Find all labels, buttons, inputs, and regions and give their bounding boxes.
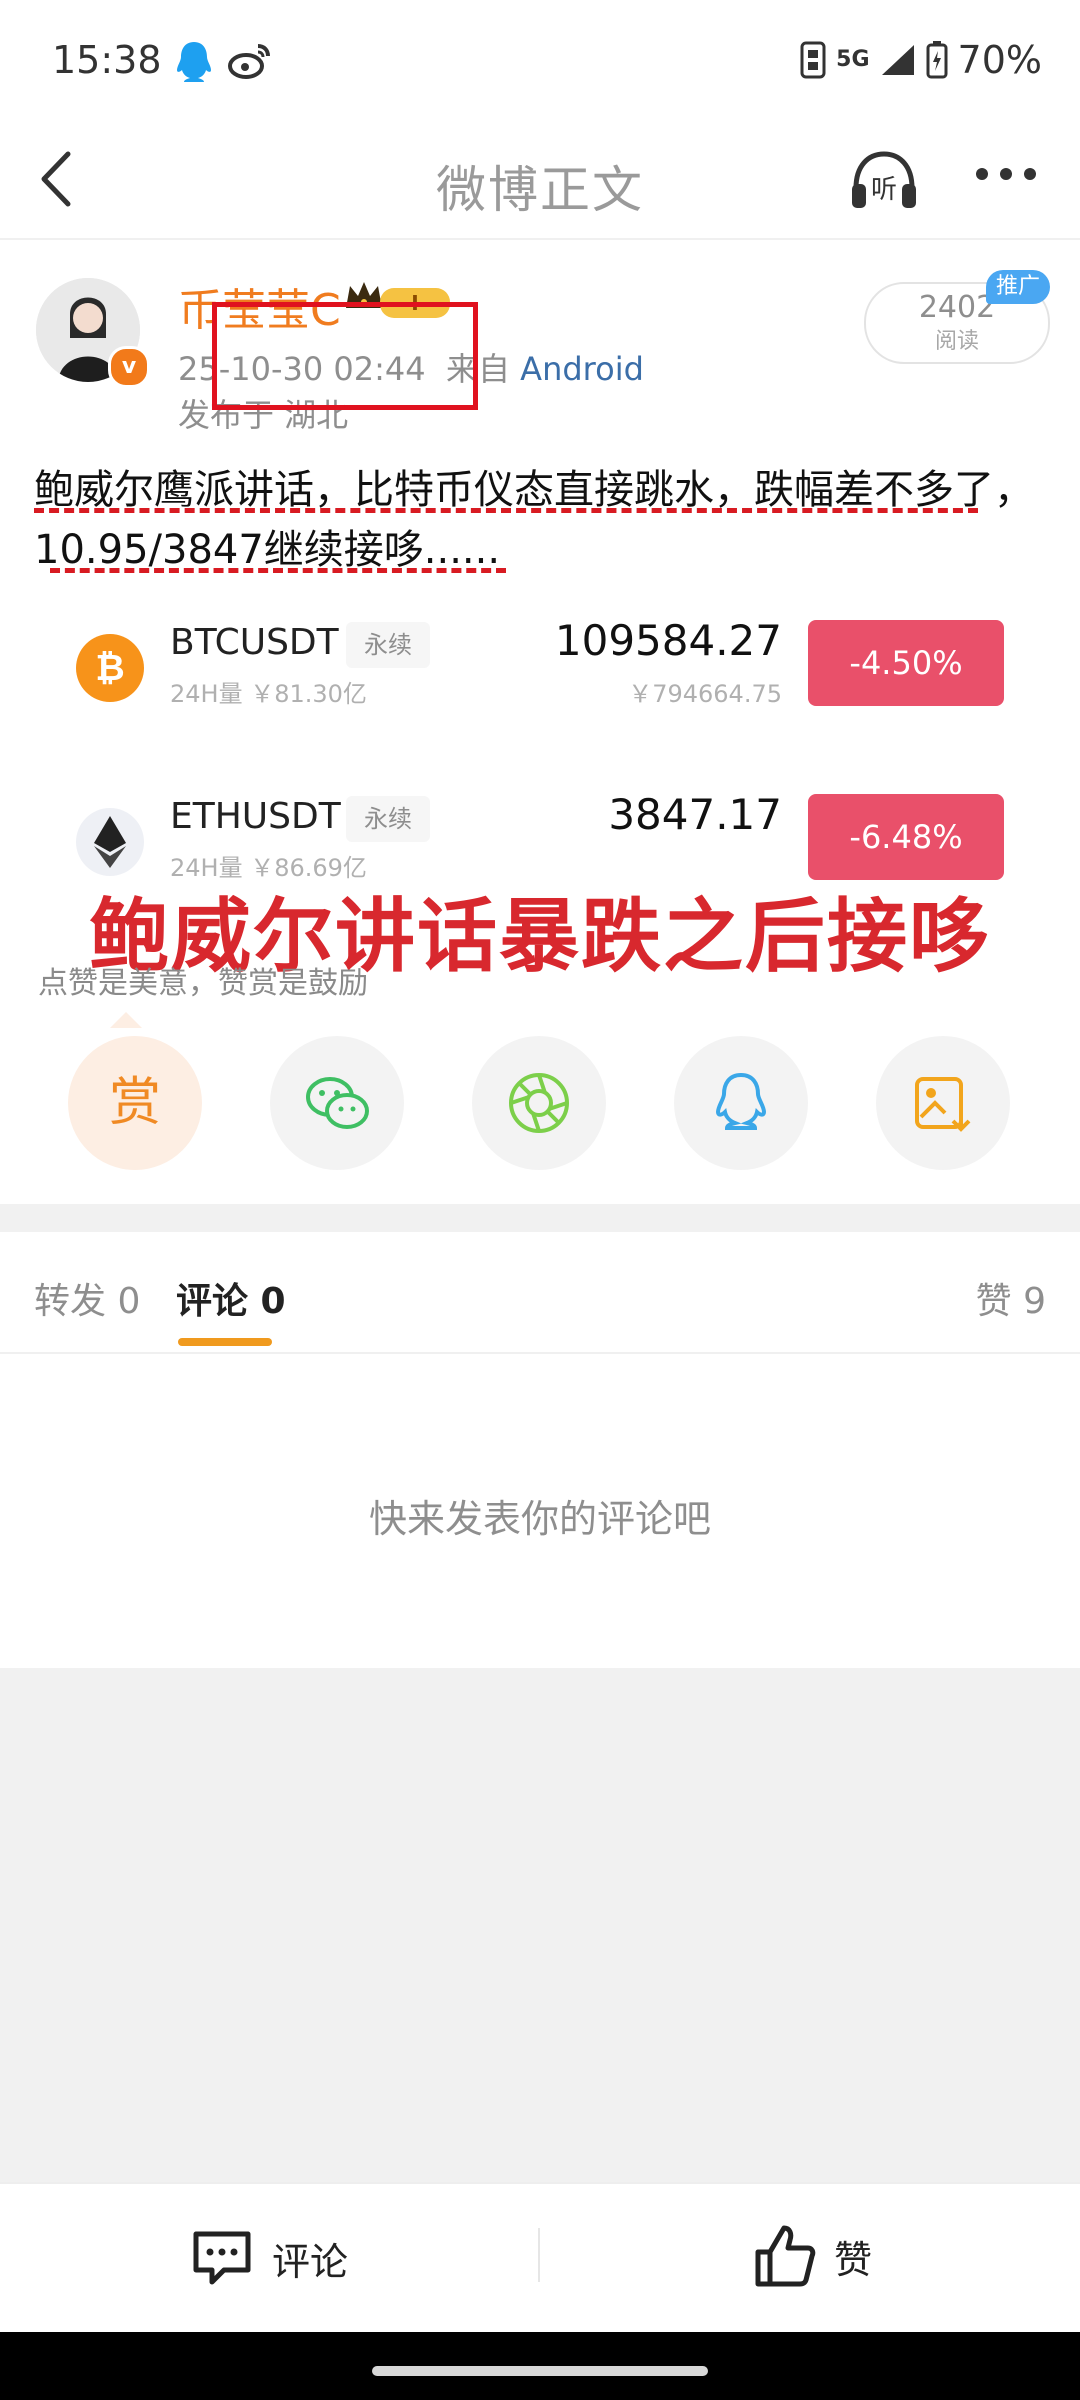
ticker-symbol: ETHUSDT [170,796,341,837]
tab-comment[interactable]: 评论 0 [176,1272,286,1324]
header-divider [0,238,1080,240]
save-image-button[interactable] [876,1036,1010,1170]
ticker-change: -4.50% [808,620,1004,706]
wechat-share-button[interactable] [270,1036,404,1170]
tooltip-pointer [110,1012,142,1028]
like-button[interactable]: 赞 [754,2224,872,2288]
annotation-underline [50,568,506,573]
empty-comments-hint: 快来发表你的评论吧 [368,1497,711,1541]
battery-icon [926,41,948,79]
signal-icon [881,45,914,75]
comment-icon [193,2231,251,2285]
tab-repost[interactable]: 转发 0 [34,1272,140,1324]
post-body: 鲍威尔鹰派讲话，比特币仪态直接跳水，跌幅差不多了，10.95/3847继续接哆.… [34,467,1034,573]
svg-text:听: 听 [871,175,897,205]
status-right: 5G 70% [800,38,1042,82]
verified-badge-icon: v [108,346,150,388]
battery-level: 70% [957,38,1042,82]
ticker-card-btc[interactable]: ₿ BTCUSDT 永续 24H量 ￥81.30亿 109584.27 ￥794… [0,608,1080,728]
ticker-price: 109584.27 [554,616,782,665]
qq-notification-icon [174,40,214,88]
bitcoin-icon: ₿ [76,634,144,702]
annotation-underline [34,508,978,513]
ticker-symbol: BTCUSDT [170,622,339,663]
save-image-icon [915,1077,971,1132]
ticker-price-cny: ￥794664.75 [628,680,782,708]
active-tab-indicator [178,1338,272,1346]
listen-icon[interactable]: 听 [848,148,920,216]
more-options-icon[interactable] [974,166,1038,186]
bottom-action-bar: 评论 赞 [0,2182,1080,2334]
status-time: 15:38 [52,38,162,82]
nfc-icon [800,41,826,79]
wechat-icon [306,1077,369,1129]
qq-icon [715,1072,767,1130]
moments-icon [509,1073,569,1133]
moments-share-button[interactable] [472,1036,606,1170]
ticker-price: 3847.17 [608,790,782,839]
reward-button[interactable]: 赏 [68,1036,202,1170]
ticker-change: -6.48% [808,794,1004,880]
ethereum-icon [76,808,144,876]
comment-button[interactable]: 评论 [190,2228,348,2288]
weibo-notification-icon [228,42,272,84]
home-indicator[interactable] [372,2366,708,2376]
perpetual-tag: 永续 [346,622,430,668]
network-label: 5G [836,47,870,72]
empty-area [0,1668,1080,2182]
section-divider [0,1204,1080,1232]
bottom-divider [538,2228,540,2282]
promo-badge[interactable]: 推广 [986,270,1050,304]
tab-like[interactable]: 赞 9 [976,1272,1046,1324]
qq-share-button[interactable] [674,1036,808,1170]
read-label: 阅读 [934,329,979,354]
appreciate-text: 点赞是美意，赞赏是鼓励 [38,966,368,1001]
post-source: Android [520,350,644,388]
top-nav-bar: 微博正文 听 [0,110,1080,240]
reward-label: 赏 [108,1073,161,1133]
svg-text:₿: ₿ [95,648,124,689]
comment-label: 评论 [272,2239,349,2284]
like-label: 赞 [834,2237,873,2282]
thumbs-up-icon [755,2225,816,2287]
perpetual-tag: 永续 [346,796,430,842]
tab-divider [0,1352,1080,1354]
annotation-box [212,302,478,410]
ticker-volume: 24H量 ￥81.30亿 [170,680,367,708]
